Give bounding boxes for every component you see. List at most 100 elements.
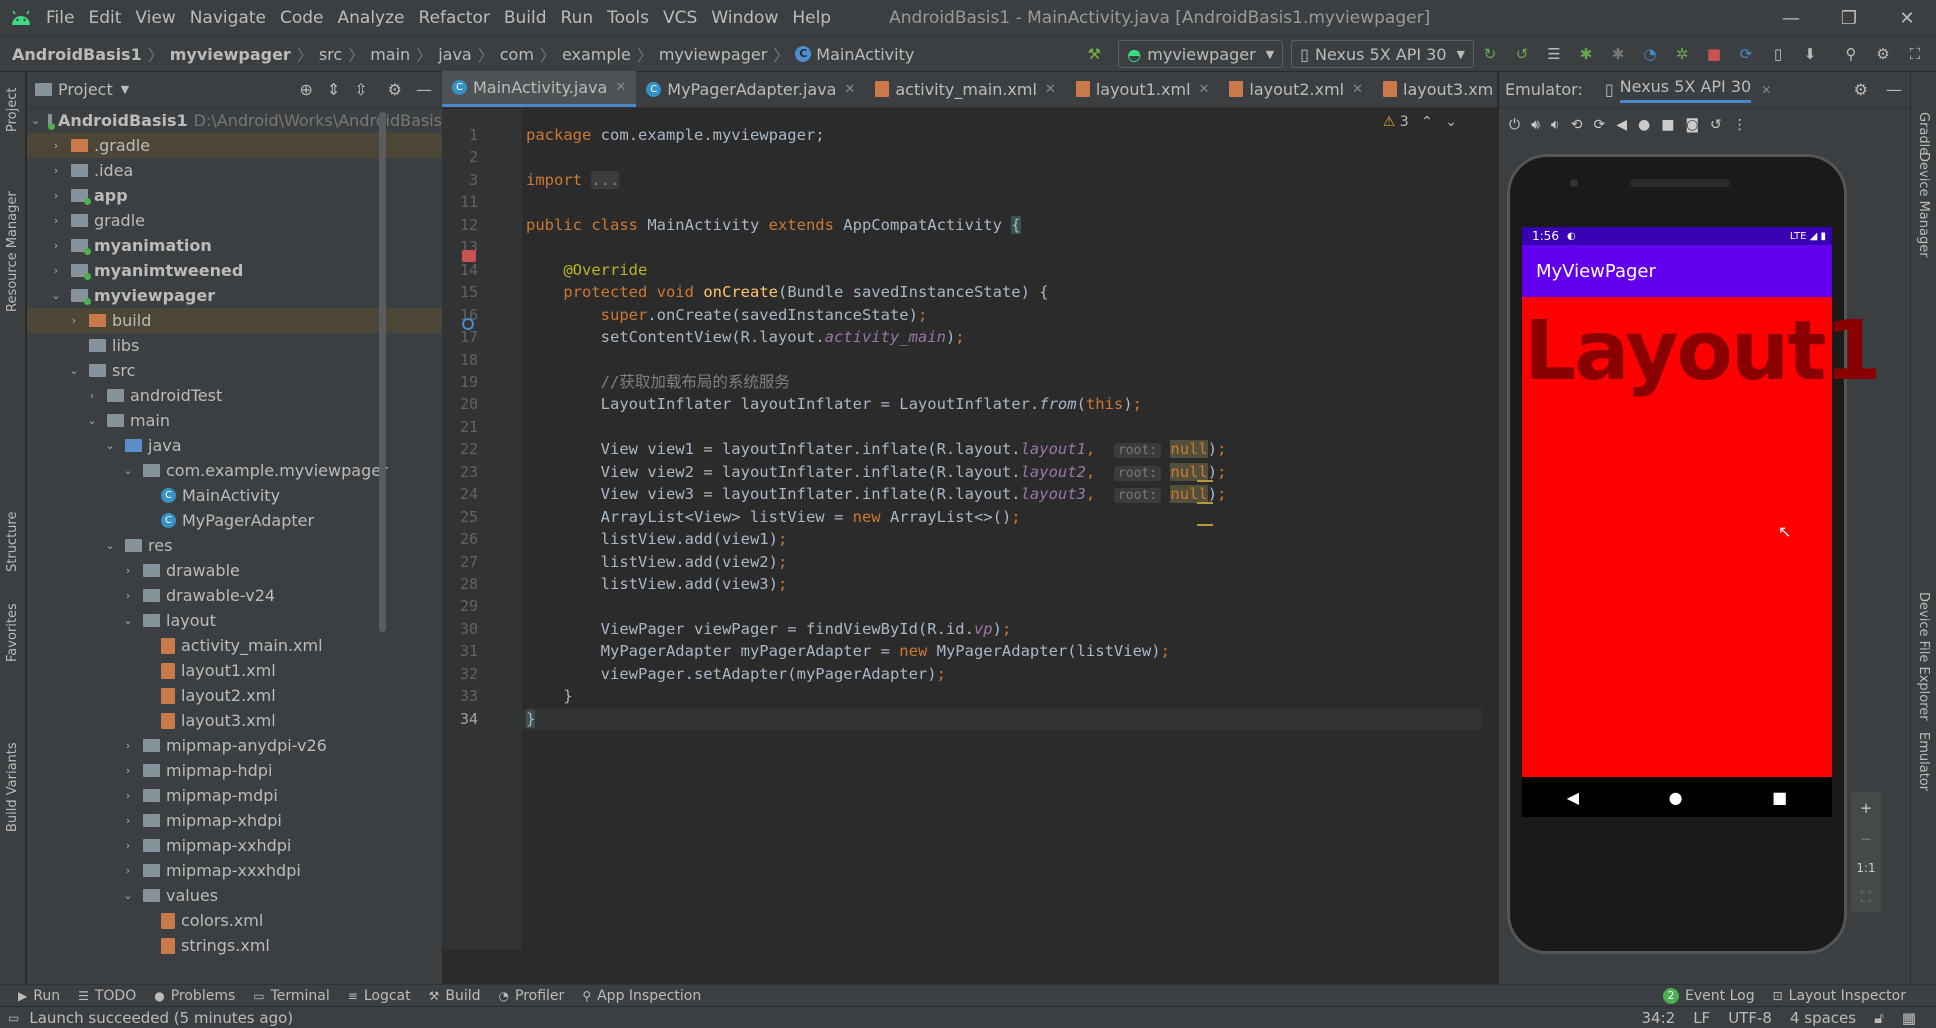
- tree-item[interactable]: › mipmap-mdpi: [27, 783, 442, 808]
- project-view-label[interactable]: Project: [58, 80, 113, 99]
- chevron-down-icon[interactable]: ⌄: [67, 364, 81, 377]
- chevron-up-icon[interactable]: ⌃: [1421, 114, 1433, 130]
- chevron-right-icon[interactable]: ›: [121, 839, 135, 852]
- close-icon[interactable]: ✕: [1878, 0, 1936, 36]
- chevron-right-icon[interactable]: ›: [67, 314, 81, 327]
- override-gutter-icon[interactable]: [462, 250, 476, 262]
- editor-tab[interactable]: layout3.xm: [1373, 71, 1503, 107]
- chevron-right-icon[interactable]: ›: [85, 389, 99, 402]
- bottom-tool-terminal[interactable]: ▭ Terminal: [253, 988, 330, 1004]
- editor-tab[interactable]: activity_main.xml ✕: [865, 71, 1065, 107]
- chevron-right-icon[interactable]: ›: [49, 264, 63, 277]
- nav-home-icon[interactable]: ●: [1669, 788, 1683, 807]
- build-variants-tool-label[interactable]: Build Variants: [5, 742, 20, 832]
- breadcrumb-item[interactable]: myviewpager: [659, 45, 767, 64]
- volume-down-icon[interactable]: 🔉︎: [1551, 117, 1560, 133]
- chevron-down-icon[interactable]: ⌄: [121, 614, 135, 627]
- device-dropdown[interactable]: ▯ Nexus 5X API 30 ▼: [1291, 40, 1474, 68]
- menu-code[interactable]: Code: [280, 8, 324, 28]
- fit-screen-icon[interactable]: ⛶: [1861, 888, 1872, 906]
- settings-icon[interactable]: ⚙: [1872, 43, 1894, 65]
- debug-icon[interactable]: ✱: [1575, 43, 1597, 65]
- editor-tab[interactable]: C MainActivity.java ✕: [442, 71, 637, 107]
- gear-icon[interactable]: ⚙: [388, 80, 402, 99]
- memory-icon[interactable]: ▦: [1902, 1009, 1916, 1027]
- debug-attach-icon[interactable]: ✲: [1671, 43, 1693, 65]
- chevron-right-icon[interactable]: ›: [121, 739, 135, 752]
- menu-window[interactable]: Window: [711, 8, 778, 28]
- editor-tab[interactable]: layout2.xml ✕: [1219, 71, 1373, 107]
- tree-item[interactable]: strings.xml: [27, 933, 442, 958]
- overview-icon[interactable]: ■: [1661, 117, 1674, 133]
- close-tab-icon[interactable]: ✕: [1199, 82, 1210, 97]
- camera-icon[interactable]: ◙: [1685, 117, 1699, 133]
- chevron-right-icon[interactable]: ›: [121, 564, 135, 577]
- chevron-right-icon[interactable]: ›: [49, 139, 63, 152]
- stop-icon[interactable]: ■: [1703, 43, 1725, 65]
- bottom-tool-run[interactable]: ▶ Run: [18, 988, 60, 1004]
- menu-refactor[interactable]: Refactor: [419, 8, 490, 28]
- breadcrumb-item[interactable]: java: [438, 45, 472, 64]
- file-encoding[interactable]: UTF-8: [1728, 1009, 1772, 1027]
- hide-icon[interactable]: —: [1886, 80, 1902, 99]
- device-manager-tool-label[interactable]: Device Manager: [1916, 152, 1931, 258]
- breadcrumb-item[interactable]: com: [500, 45, 534, 64]
- zoom-actual-button[interactable]: 1:1: [1856, 861, 1875, 875]
- emulator-tool-label[interactable]: Emulator: [1916, 732, 1931, 791]
- menu-view[interactable]: View: [135, 8, 175, 28]
- bottom-tool-profiler[interactable]: ◔ Profiler: [499, 988, 565, 1004]
- editor-tab[interactable]: layout1.xml ✕: [1066, 71, 1220, 107]
- rotate-left-icon[interactable]: ⟲: [1571, 117, 1583, 133]
- sync-icon[interactable]: ⟳: [1735, 43, 1757, 65]
- nav-recent-icon[interactable]: ■: [1772, 788, 1787, 807]
- chevron-right-icon[interactable]: ›: [121, 789, 135, 802]
- event-log-button[interactable]: 2 Event Log: [1663, 987, 1755, 1004]
- chevron-right-icon[interactable]: ›: [121, 814, 135, 827]
- nav-back-icon[interactable]: ◀: [1567, 788, 1579, 807]
- chevron-down-icon[interactable]: ⌄: [103, 439, 117, 452]
- tree-item[interactable]: layout1.xml: [27, 658, 442, 683]
- expand-all-icon[interactable]: ⇕: [327, 80, 340, 99]
- collapse-all-icon[interactable]: ⇳: [354, 80, 367, 99]
- menu-help[interactable]: Help: [792, 8, 831, 28]
- close-tab-icon[interactable]: ✕: [1045, 82, 1056, 97]
- chevron-down-icon[interactable]: ⌄: [121, 464, 135, 477]
- menu-navigate[interactable]: Navigate: [190, 8, 266, 28]
- tree-item[interactable]: layout3.xml: [27, 708, 442, 733]
- tree-item[interactable]: › mipmap-hdpi: [27, 758, 442, 783]
- chevron-right-icon[interactable]: ›: [121, 764, 135, 777]
- run-config-dropdown[interactable]: ◓ myviewpager ▼: [1118, 40, 1284, 68]
- snapshot-icon[interactable]: ↺: [1710, 117, 1722, 133]
- chevron-down-icon[interactable]: ▼: [121, 83, 129, 96]
- more-icon[interactable]: ⋮: [1733, 117, 1747, 133]
- breadcrumb-item[interactable]: MainActivity: [816, 45, 914, 64]
- chevron-right-icon[interactable]: ›: [49, 239, 63, 252]
- chevron-down-icon[interactable]: ⌄: [103, 539, 117, 552]
- project-scrollbar[interactable]: [379, 112, 386, 632]
- breadcrumb-item[interactable]: myviewpager: [170, 45, 291, 64]
- zoom-in-button[interactable]: +: [1860, 799, 1873, 817]
- hide-icon[interactable]: —: [416, 80, 432, 99]
- line-separator[interactable]: LF: [1693, 1009, 1710, 1027]
- close-icon[interactable]: ✕: [1761, 83, 1771, 97]
- bottom-tool-app-inspection[interactable]: ⚲ App Inspection: [582, 988, 701, 1004]
- breadcrumb-item[interactable]: AndroidBasis1: [12, 45, 142, 64]
- close-tab-icon[interactable]: ✕: [844, 82, 855, 97]
- expand-icon[interactable]: ⛶: [1904, 43, 1926, 65]
- status-panel-icon[interactable]: ▭: [8, 1011, 19, 1025]
- layout-inspector-button[interactable]: ⊡ Layout Inspector: [1773, 988, 1906, 1004]
- code-area[interactable]: package com.example.myviewpager; import .…: [526, 109, 1476, 949]
- device-manager-icon[interactable]: ▯: [1767, 43, 1789, 65]
- chevron-down-icon[interactable]: ⌄: [85, 414, 99, 427]
- breadcrumb-item[interactable]: main: [370, 45, 410, 64]
- tree-item[interactable]: › mipmap-xxxhdpi: [27, 858, 442, 883]
- implement-gutter-icon[interactable]: [462, 318, 474, 330]
- inspection-widget[interactable]: ⚠ 3 ⌃ ⌄: [1383, 114, 1457, 130]
- locate-icon[interactable]: ⊕: [299, 80, 312, 99]
- hammer-icon[interactable]: ⚒: [1083, 43, 1105, 65]
- attach-debugger-icon[interactable]: ✱: [1607, 43, 1629, 65]
- volume-up-icon[interactable]: 🔊︎: [1531, 117, 1540, 133]
- caret-position[interactable]: 34:2: [1642, 1009, 1676, 1027]
- gradle-tool-label[interactable]: Gradle: [1916, 112, 1931, 155]
- menu-file[interactable]: File: [46, 8, 74, 28]
